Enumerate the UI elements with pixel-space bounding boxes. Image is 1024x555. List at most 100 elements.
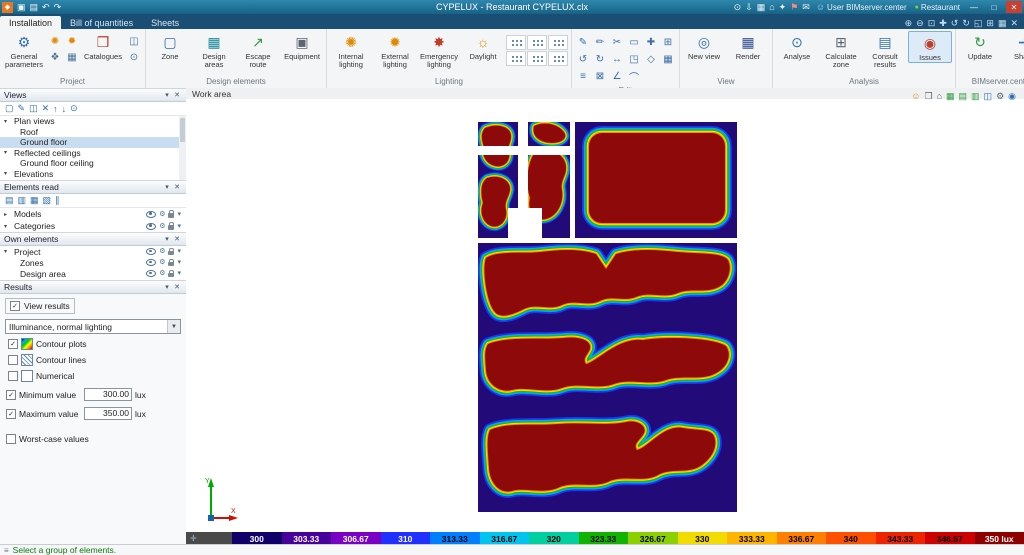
collapse-icon[interactable]: ▾ <box>162 283 172 291</box>
chevron-down-icon[interactable]: ▼ <box>167 320 180 333</box>
tree-item-zones[interactable]: Zones ⚙ ▾ <box>0 257 186 268</box>
schedule-view-icon[interactable]: ▥ <box>971 91 980 102</box>
download-icon[interactable]: ⇩ <box>745 3 753 12</box>
edit-pencil-icon[interactable]: ✎ <box>575 34 591 50</box>
drawing-canvas[interactable]: Y X <box>186 99 1024 532</box>
tree-item-project[interactable]: ▾ Project ⚙ ▾ <box>0 246 186 257</box>
scrollbar[interactable] <box>179 116 186 180</box>
escape-route-button[interactable]: ↗ Escape route <box>237 31 279 69</box>
new-view-button[interactable]: ◎ New view <box>683 31 725 61</box>
tree-item-plan-views[interactable]: ▾ Plan views <box>0 116 186 127</box>
chevron-down-icon[interactable]: ▾ <box>4 248 11 255</box>
tab-installation[interactable]: Installation <box>0 16 61 29</box>
tree-item-roof[interactable]: Roof <box>0 127 186 138</box>
move-up-tool-icon[interactable]: ↑ <box>53 104 58 114</box>
internal-lighting-button[interactable]: ✺ Internal lighting <box>330 31 372 69</box>
home-icon[interactable]: ⌂ <box>769 3 774 12</box>
external-lighting-button[interactable]: ✹ External lighting <box>374 31 416 69</box>
emergency-lighting-button[interactable]: ✸ Emergency lighting <box>418 31 460 69</box>
mail-icon[interactable]: ✉ <box>802 3 810 12</box>
minimum-value-checkbox[interactable]: ✓ <box>6 390 16 400</box>
worst-case-checkbox[interactable] <box>6 434 16 444</box>
pan-icon[interactable]: ✚ <box>939 18 947 29</box>
close-icon[interactable]: ✕ <box>172 283 182 291</box>
search-view-tool-icon[interactable]: ⊙ <box>70 103 78 114</box>
scale-options-icon[interactable]: ✛ <box>190 534 197 543</box>
gear-icon[interactable]: ⚙ <box>159 211 165 218</box>
mirror-icon[interactable]: ◇ <box>643 51 659 67</box>
lamp-tool-icon[interactable]: ✺ <box>47 34 63 49</box>
update-button[interactable]: ↻ Update <box>959 31 1001 61</box>
settings-icon[interactable]: ⚙ <box>996 91 1004 102</box>
consult-results-button[interactable]: ▤ Consult results <box>864 31 906 69</box>
luminaire-pattern-button[interactable] <box>548 35 568 50</box>
user-account[interactable]: ☺ User BIMserver.center <box>814 2 909 12</box>
measure-angle-icon[interactable]: ∠ <box>609 68 625 84</box>
issues-button[interactable]: ◉ Issues <box>908 31 952 63</box>
new-view-tool-icon[interactable]: ▢ <box>5 103 14 114</box>
luminaire-pattern-button[interactable] <box>548 51 568 66</box>
home-view-icon[interactable]: ⌂ <box>937 91 942 102</box>
grid-view-icon[interactable]: ▦ <box>946 91 955 102</box>
equipment-button[interactable]: ▣ Equipment <box>281 31 323 61</box>
illuminance-heatmap[interactable] <box>478 122 737 512</box>
chevron-down-icon[interactable]: ▾ <box>177 259 181 266</box>
lock-icon[interactable] <box>168 213 174 218</box>
star-icon[interactable]: ✦ <box>779 3 787 12</box>
luminaire-pattern-button[interactable] <box>527 35 547 50</box>
edit-view-tool-icon[interactable]: ✎ <box>18 103 26 114</box>
project-chip[interactable]: ● Restaurant <box>913 3 962 12</box>
gear-icon[interactable]: ⚙ <box>159 259 165 266</box>
rectangle-icon[interactable]: ▭ <box>626 34 642 50</box>
maximum-value-input[interactable]: 350.00 <box>84 407 132 420</box>
eye-icon[interactable] <box>146 259 156 266</box>
zoom-in-icon[interactable]: ⊕ <box>905 18 913 29</box>
save-icon[interactable]: ▣ <box>17 3 26 12</box>
delete-view-tool-icon[interactable]: ✕ <box>42 103 50 114</box>
search-tool-icon[interactable]: ⊙ <box>126 50 142 65</box>
tab-bill-of-quantities[interactable]: Bill of quantities <box>61 16 142 29</box>
calculate-zone-button[interactable]: ⊞ Calculate zone <box>820 31 862 69</box>
group-tool-icon[interactable]: ▥ <box>18 195 27 206</box>
collapse-icon[interactable]: ▾ <box>162 91 172 99</box>
gear-icon[interactable]: ⚙ <box>159 248 165 255</box>
share-button[interactable]: ➔ Share <box>1003 31 1024 61</box>
lock-icon[interactable] <box>168 273 174 278</box>
edit-pen-icon[interactable]: ✏ <box>592 34 608 50</box>
fit-view-icon[interactable]: ◱ <box>974 18 983 29</box>
chevron-down-icon[interactable]: ▾ <box>4 223 11 230</box>
orbit-right-icon[interactable]: ↻ <box>962 18 970 29</box>
chevron-down-icon[interactable]: ▾ <box>4 118 11 125</box>
maximize-button[interactable]: □ <box>986 1 1002 13</box>
collaborator-icon[interactable]: ☺ <box>911 91 920 102</box>
grid-tool-icon[interactable]: ▦ <box>30 195 39 206</box>
eye-icon[interactable] <box>146 270 156 277</box>
view-results-checkbox[interactable]: ✓ <box>10 301 20 311</box>
move-down-tool-icon[interactable]: ↓ <box>62 104 67 114</box>
array-icon[interactable]: ⊞ <box>660 34 676 50</box>
search-icon[interactable]: ⊙ <box>734 3 742 12</box>
grid-icon[interactable]: ▦ <box>757 3 766 12</box>
window-tool-icon[interactable]: ◫ <box>126 34 142 49</box>
zone-button[interactable]: ▢ Zone <box>149 31 191 61</box>
analyse-button[interactable]: ⊙ Analyse <box>776 31 818 61</box>
delete-icon[interactable]: ⊠ <box>592 68 608 84</box>
lock-icon[interactable] <box>168 251 174 256</box>
cancel-icon[interactable]: ✕ <box>1010 18 1018 29</box>
render-button[interactable]: ▦ Render <box>727 31 769 61</box>
chevron-down-icon[interactable]: ▾ <box>177 223 181 230</box>
luminaire-pattern-button[interactable] <box>506 35 526 50</box>
layers-tool-icon[interactable]: ▧ <box>43 195 52 206</box>
rotate-right-icon[interactable]: ↻ <box>592 51 608 67</box>
library-tool-icon[interactable]: ❖ <box>47 50 63 65</box>
orbit-left-icon[interactable]: ↺ <box>951 18 959 29</box>
close-button[interactable]: ✕ <box>1006 1 1022 13</box>
collapse-icon[interactable]: ▾ <box>162 235 172 243</box>
tree-item-design-area[interactable]: Design area ⚙ ▾ <box>0 268 186 279</box>
table-view-icon[interactable]: ▤ <box>959 91 968 102</box>
contour-plots-checkbox[interactable]: ✓ <box>8 339 18 349</box>
redo-icon[interactable]: ↷ <box>54 3 62 12</box>
split-view-icon[interactable]: ◫ <box>984 91 993 102</box>
gear-icon[interactable]: ⚙ <box>159 270 165 277</box>
contour-lines-checkbox[interactable] <box>8 355 18 365</box>
